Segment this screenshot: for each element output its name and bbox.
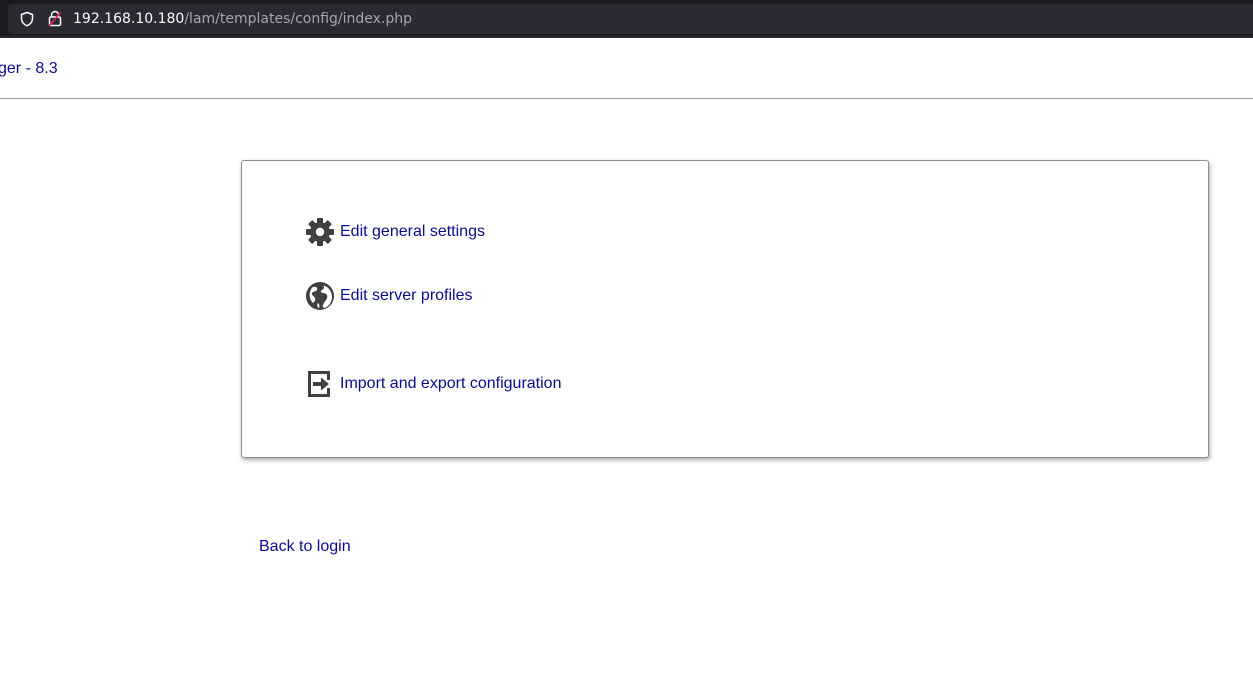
shield-icon[interactable]	[19, 11, 35, 27]
page-header: ger - 8.3	[0, 40, 1253, 99]
gear-icon	[306, 218, 334, 246]
back-to-login-link[interactable]: Back to login	[259, 538, 351, 556]
url-path: /lam/templates/config/index.php	[184, 11, 413, 27]
browser-url-bar: 192.168.10.180/lam/templates/config/inde…	[0, 0, 1253, 38]
edit-server-profiles-link[interactable]: Edit server profiles	[305, 281, 473, 311]
lock-icon[interactable]	[47, 10, 63, 27]
import-export-configuration-label: Import and export configuration	[340, 375, 562, 392]
edit-general-settings-label: Edit general settings	[340, 223, 485, 240]
edit-server-profiles-label: Edit server profiles	[340, 287, 473, 304]
import-export-icon	[308, 371, 330, 397]
globe-icon	[306, 282, 334, 310]
config-menu-box: Edit general settings Edit server profil…	[241, 160, 1209, 458]
import-export-configuration-link[interactable]: Import and export configuration	[305, 369, 561, 399]
url-text[interactable]: 192.168.10.180/lam/templates/config/inde…	[73, 10, 412, 28]
page-title-link[interactable]: ger - 8.3	[0, 60, 58, 78]
url-host: 192.168.10.180	[73, 11, 185, 27]
edit-general-settings-link[interactable]: Edit general settings	[305, 217, 485, 247]
